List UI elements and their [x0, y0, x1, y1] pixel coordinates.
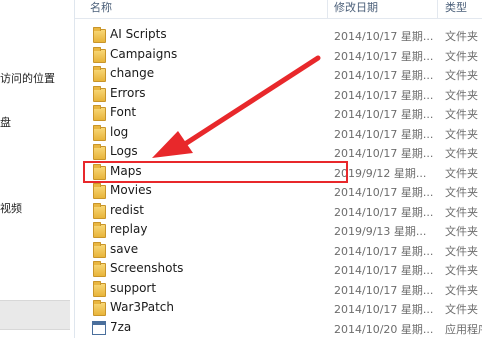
annotation-arrow [152, 55, 321, 158]
